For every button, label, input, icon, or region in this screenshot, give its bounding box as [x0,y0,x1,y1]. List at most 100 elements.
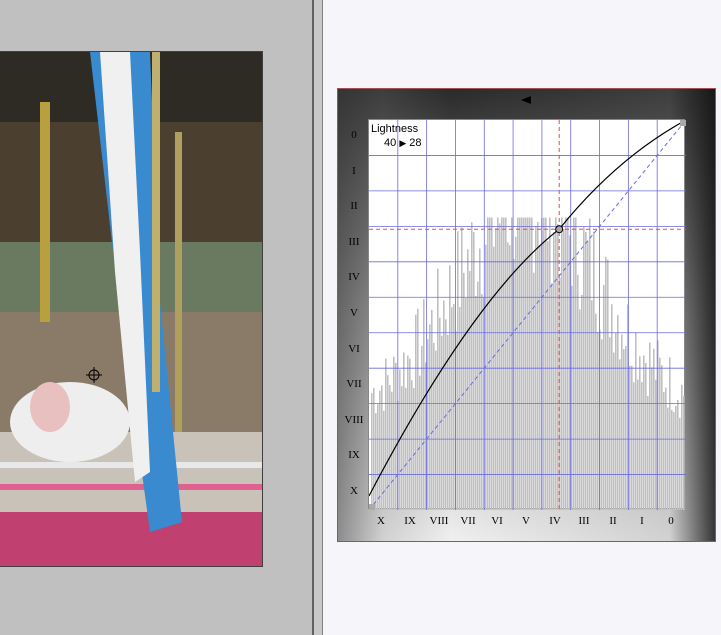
x-tick-label: II [609,515,617,527]
image-view-pane [0,0,312,635]
histogram-bar [633,382,635,510]
output-value: 28 [409,137,422,149]
histogram-bar [605,256,607,510]
histogram-bar [479,248,481,510]
histogram-bar [515,236,517,510]
histogram-bar [471,222,473,510]
histogram-bar [427,339,429,510]
histogram-bar [401,386,403,510]
histogram-bar [539,244,541,510]
histogram-bar [375,413,377,510]
histogram-bar [491,217,493,510]
histogram-bar [507,242,509,510]
x-tick-label: 0 [668,515,674,527]
histogram-bar [561,217,563,510]
histogram-bar [593,231,595,510]
histogram-bar [457,231,459,510]
histogram-bar [673,412,675,510]
histogram-bar [543,217,545,510]
gradient-handle-icon[interactable] [521,96,531,104]
endpoint-handle-top[interactable] [680,120,686,126]
histogram-bar [419,375,421,510]
y-tick-label: VII [346,378,362,391]
y-tick-label: I [352,164,356,177]
input-value: 40 [384,137,397,149]
histogram-bar [503,217,505,510]
histogram-bar [551,283,553,510]
histogram-bar [475,296,477,510]
histogram-bar [421,345,423,510]
histogram-bar [505,217,507,510]
histogram-bar [653,348,655,510]
histogram-bar [623,349,625,510]
histogram-bar [531,217,533,510]
endpoint-handle-bottom[interactable] [369,504,375,510]
histogram-bar [459,307,461,510]
histogram-bar [377,404,379,510]
histogram-bar [431,309,433,510]
histogram-bar [449,265,451,510]
histogram-bar [495,227,497,510]
histogram-bar [501,217,503,510]
histogram-bar [663,391,665,510]
histogram-bar [675,405,677,510]
histogram-bar [549,217,551,510]
histogram-bar [487,217,489,510]
histogram-bar [667,407,669,510]
histogram-bar [545,217,547,510]
pane-splitter[interactable] [312,0,323,635]
control-point [555,225,564,234]
histogram-bar [567,217,569,510]
y-tick-label: X [350,485,358,497]
histogram-bar [669,357,671,510]
histogram-bar [429,324,431,510]
y-tick-label: II [350,200,358,213]
histogram-bar [461,227,463,510]
histogram-bar [589,218,591,510]
histogram-bar [565,217,567,510]
histogram-bar [649,342,651,510]
histogram-bar [629,365,631,510]
histogram-bar [387,375,389,510]
histogram-bar [573,217,575,510]
histogram-bar [661,365,663,510]
histogram-bar [647,396,649,510]
x-tick-label: VI [491,515,503,527]
histogram-bar [609,337,611,510]
histogram-bar [587,240,589,510]
x-tick-label: VIII [429,515,449,527]
histogram [371,217,685,510]
x-tick-label: V [522,515,530,527]
point-readout: 40 ▶ 28 [384,137,422,150]
histogram-bar [617,315,619,510]
histogram-bar [407,355,409,510]
histogram-bar [557,224,559,510]
y-tick-label: IX [348,449,360,462]
histogram-bar [597,331,599,510]
histogram-bar [485,244,487,510]
histogram-bar [441,335,443,510]
histogram-bar [563,229,565,510]
histogram-bar [601,339,603,510]
histogram-bar [499,223,501,510]
histogram-bar [585,231,587,510]
histogram-bar [395,362,397,510]
histogram-bar [621,334,623,510]
histogram-bar [537,221,539,510]
histogram-bar [489,217,491,510]
y-tick-label: VIII [344,413,364,426]
histogram-bar [635,332,637,510]
curves-plot[interactable] [369,120,686,510]
channel-label: Lightness [371,123,419,135]
histogram-bar [643,355,645,510]
curves-graph[interactable] [368,119,686,510]
histogram-bar [497,217,499,510]
x-tick-label: IV [549,515,561,527]
x-tick-label: IX [404,515,416,527]
histogram-bar [527,217,529,510]
histogram-bar [423,299,425,510]
histogram-bar [575,217,577,510]
histogram-bar [473,232,475,510]
histogram-bar [659,357,661,510]
photo-preview[interactable] [0,51,263,567]
